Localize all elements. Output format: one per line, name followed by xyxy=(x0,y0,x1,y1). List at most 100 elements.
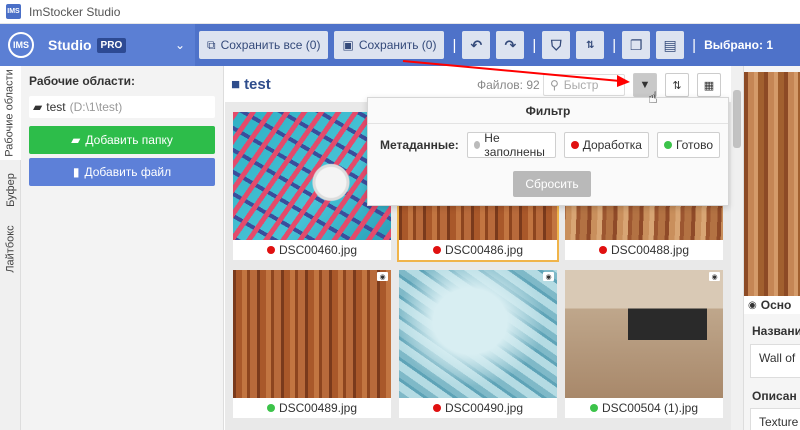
search-placeholder: Быстр xyxy=(563,78,599,92)
file-caption: DSC00488.jpg xyxy=(565,240,723,260)
grid-icon: ▦ xyxy=(703,79,715,92)
workspace-item[interactable]: ▰ test (D:\1\test) xyxy=(29,96,215,118)
reset-filter-button[interactable]: Сбросить xyxy=(513,171,591,197)
file-tile[interactable]: ◉ DSC00504 (1).jpg xyxy=(565,270,723,418)
title-field[interactable]: Wall of xyxy=(750,344,800,378)
camera-icon: ◉ xyxy=(709,272,720,281)
metadata-filter-row: Метаданные: Не заполнены Доработка Готов… xyxy=(380,131,728,159)
status-dot xyxy=(598,246,607,254)
copy-icon: ❐ xyxy=(629,36,643,53)
quick-search-input[interactable]: ⚲ Быстр xyxy=(543,74,625,96)
description-field[interactable]: Texture xyxy=(750,408,800,430)
filter-popup: Фильтр Метаданные: Не заполнены Доработк… xyxy=(367,97,729,206)
title-label: Названи xyxy=(752,324,800,338)
redo-button[interactable]: ↷ xyxy=(496,31,525,59)
sort-az-icon: ⇅ xyxy=(586,39,595,51)
file-count: Файлов: 92 xyxy=(477,78,540,92)
vertical-tabs: Рабочие области Буфер Лайтбокс xyxy=(0,66,21,430)
camera-icon: ◉ xyxy=(543,272,554,281)
chevron-down-icon[interactable]: ⌄ xyxy=(175,38,185,52)
toolbar-divider: | xyxy=(612,36,617,54)
toolbar-divider: | xyxy=(692,36,697,54)
filter-option-rework[interactable]: Доработка xyxy=(563,132,649,158)
floppy-icon: ▣ xyxy=(342,38,354,52)
status-dot xyxy=(570,141,579,149)
brand-logo-icon: IMS xyxy=(8,32,34,58)
tab-lightbox[interactable]: Лайтбокс xyxy=(0,218,21,280)
folder-title: ■ test xyxy=(231,75,271,93)
camera-icon: ◉ xyxy=(748,299,757,311)
main-toolbar: IMS Studio PRO ⌄ ⧉ Сохранить все (0) ▣ С… xyxy=(0,24,800,66)
search-icon: ⚲ xyxy=(550,78,559,92)
toolbar-divider: | xyxy=(452,36,457,54)
description-label: Описан xyxy=(752,389,797,403)
status-dot xyxy=(266,404,275,412)
paste-button[interactable]: ▤ xyxy=(656,31,685,59)
filter-option-ready[interactable]: Готово xyxy=(656,132,720,158)
save-all-icon: ⧉ xyxy=(207,37,216,52)
save-all-button[interactable]: ⧉ Сохранить все (0) xyxy=(199,31,329,59)
add-file-button[interactable]: ▮ Добавить файл xyxy=(29,158,215,186)
workspaces-title: Рабочие области: xyxy=(29,74,135,88)
filter-option-empty[interactable]: Не заполнены xyxy=(466,131,556,159)
toolbar-divider: | xyxy=(532,36,537,54)
app-logo-icon: IMS xyxy=(6,4,21,19)
metadata-label: Метаданные: xyxy=(380,138,459,152)
file-tile[interactable]: ◉ DSC00489.jpg xyxy=(233,270,391,418)
add-folder-label: Добавить папку xyxy=(85,133,173,147)
file-thumbnail: ◉ xyxy=(399,270,557,398)
sort-button[interactable]: ⇅ xyxy=(665,73,689,97)
folder-open-icon: ▰ xyxy=(71,133,81,147)
status-dot xyxy=(432,404,441,412)
window-title: ImStocker Studio xyxy=(29,4,121,19)
pro-badge: PRO xyxy=(96,37,127,53)
preview-image xyxy=(744,72,800,296)
sort-icon: ⇅ xyxy=(672,79,682,92)
vertical-scrollbar[interactable] xyxy=(731,66,743,430)
file-thumbnail: ◉ xyxy=(233,270,391,398)
status-dot xyxy=(432,246,441,254)
brand-menu[interactable]: IMS Studio PRO ⌄ xyxy=(0,24,195,66)
camera-icon: ◉ xyxy=(377,272,388,281)
file-caption: DSC00489.jpg xyxy=(233,398,391,418)
save-all-label: Сохранить все (0) xyxy=(220,38,321,52)
grid-view-button[interactable]: ▦ xyxy=(697,73,721,97)
save-label: Сохранить (0) xyxy=(358,38,437,52)
file-thumbnail: ◉ xyxy=(565,270,723,398)
status-dot xyxy=(266,246,275,254)
filter-title: Фильтр xyxy=(368,98,728,124)
tab-workspaces[interactable]: Рабочие области xyxy=(0,66,21,160)
status-dot xyxy=(589,404,598,412)
workspace-path: (D:\1\test) xyxy=(69,100,123,114)
road-icon: ⛉ xyxy=(551,36,562,53)
workspace-name: test xyxy=(46,100,66,114)
sort-az-button[interactable]: ⇅ xyxy=(576,31,605,59)
paste-icon: ▤ xyxy=(663,36,677,53)
copy-button[interactable]: ❐ xyxy=(622,31,651,59)
file-caption: DSC00504 (1).jpg xyxy=(565,398,723,418)
file-caption: DSC00490.jpg xyxy=(399,398,557,418)
undo-button[interactable]: ↶ xyxy=(462,31,491,59)
scrollbar-thumb[interactable] xyxy=(733,90,741,148)
add-folder-button[interactable]: ▰ Добавить папку xyxy=(29,126,215,154)
file-icon: ▮ xyxy=(72,165,80,179)
tab-basic[interactable]: ◉ Осно xyxy=(744,296,800,314)
add-file-label: Добавить файл xyxy=(84,165,172,179)
undo-icon: ↶ xyxy=(470,36,483,53)
brand-name: Studio xyxy=(48,37,92,53)
window-titlebar: IMS ImStocker Studio xyxy=(0,0,800,24)
folder-open-icon: ▰ xyxy=(33,100,43,114)
road-tool-button[interactable]: ⛉ xyxy=(542,31,571,59)
folder-icon: ■ xyxy=(231,75,241,93)
status-dot xyxy=(663,141,672,149)
file-tile[interactable]: ◉ DSC00490.jpg xyxy=(399,270,557,418)
workspaces-panel: Рабочие области: ▰ test (D:\1\test) ▰ До… xyxy=(21,66,224,430)
file-caption: DSC00460.jpg xyxy=(233,240,391,260)
redo-icon: ↷ xyxy=(504,36,517,53)
status-dot xyxy=(473,141,481,149)
save-button[interactable]: ▣ Сохранить (0) xyxy=(334,31,445,59)
hand-cursor-icon: ☝ xyxy=(648,90,658,107)
details-panel: ◉ Осно Названи Wall of Описан Texture xyxy=(743,66,800,430)
file-caption: DSC00486.jpg xyxy=(399,240,557,260)
tab-buffer[interactable]: Буфер xyxy=(0,166,21,214)
